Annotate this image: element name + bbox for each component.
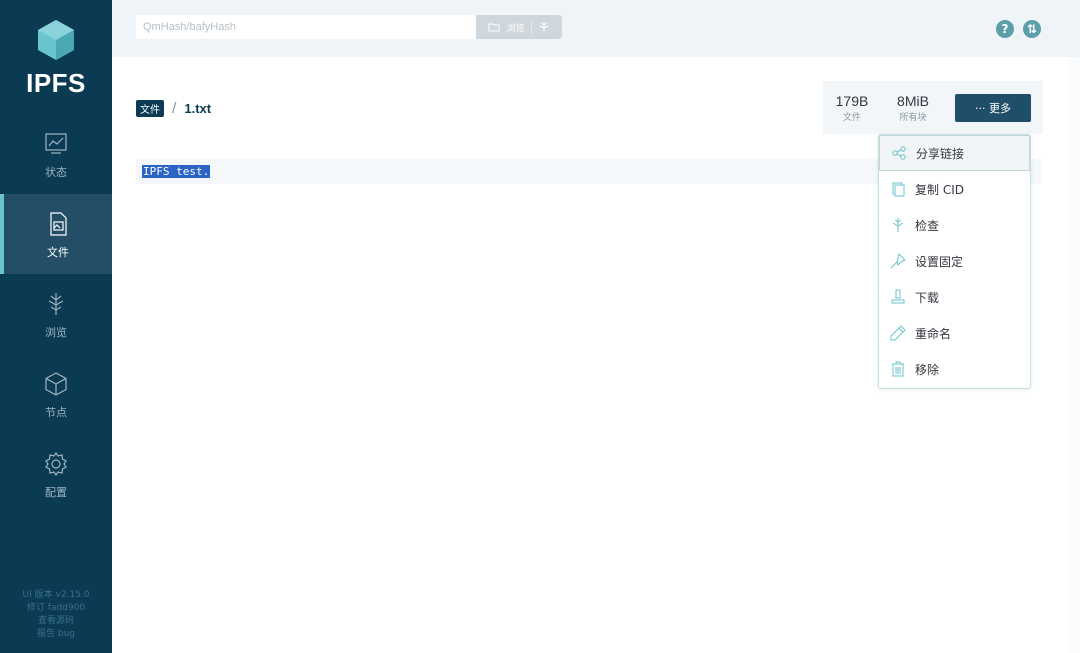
more-dropdown-menu: 分享链接 复制 CID 检查 设置固定 下载 重命名 移除 — [878, 134, 1031, 389]
files-icon — [50, 212, 67, 236]
sync-icon[interactable]: ⇅ — [1023, 20, 1041, 38]
file-size-caption: 文件 — [842, 113, 861, 123]
menu-item-label: 分享链接 — [916, 146, 965, 161]
menu-item-label: 复制 CID — [915, 182, 964, 197]
menu-item-label: 下载 — [915, 290, 940, 305]
share-icon — [890, 144, 908, 162]
all-blocks-stat: 8MiB 所有块 — [889, 93, 937, 123]
inspect-icon — [889, 216, 907, 234]
menu-item-label: 设置固定 — [915, 254, 964, 269]
source-link[interactable]: 查看源码 — [0, 615, 112, 628]
menu-item-inspect[interactable]: 检查 — [879, 207, 1030, 243]
version-info: UI 版本 v2.15.0 修订 fadd900 查看源码 报告 bug — [0, 589, 112, 641]
browse-button[interactable]: 浏览 — [476, 15, 562, 39]
report-bug-link[interactable]: 报告 bug — [0, 628, 112, 641]
ui-version: UI 版本 v2.15.0 — [22, 590, 90, 600]
menu-item-remove[interactable]: 移除 — [879, 351, 1030, 387]
divider — [530, 20, 532, 34]
rename-icon — [889, 324, 907, 342]
explore-small-icon — [539, 22, 548, 32]
scrollbar[interactable] — [1068, 57, 1080, 653]
ipfs-logo[interactable]: IPFS — [0, 18, 112, 99]
breadcrumb-file: 1.txt — [184, 100, 212, 116]
sidebar: IPFS 状态 文件 浏览 节点 配置 UI 版本 v2.15.0 修订 fad… — [0, 0, 112, 653]
download-icon — [889, 288, 907, 306]
stats-box: 179B 文件 8MiB 所有块 ··· 更多 — [823, 81, 1043, 134]
folder-icon — [488, 23, 500, 32]
cube-logo-icon — [38, 20, 74, 60]
file-size-value: 179B — [835, 93, 869, 109]
menu-item-label: 移除 — [915, 362, 940, 377]
all-blocks-caption: 所有块 — [899, 113, 927, 123]
file-size-stat: 179B 文件 — [831, 93, 873, 123]
logo-text: IPFS — [26, 68, 86, 98]
menu-item-download[interactable]: 下载 — [879, 279, 1030, 315]
more-button[interactable]: ··· 更多 — [955, 94, 1031, 122]
search-input[interactable] — [136, 15, 476, 39]
copy-icon — [889, 180, 907, 198]
browse-label: 浏览 — [506, 23, 525, 34]
settings-icon — [45, 451, 67, 477]
revision-link[interactable]: 修订 fadd900 — [0, 602, 112, 615]
sidebar-item-explore[interactable]: 浏览 — [0, 274, 112, 354]
sidebar-item-peers[interactable]: 节点 — [0, 354, 112, 434]
pin-icon — [889, 252, 907, 270]
peers-icon — [45, 372, 67, 396]
explore-icon — [48, 293, 64, 315]
help-icon[interactable]: ? — [996, 20, 1014, 38]
sidebar-item-files[interactable]: 文件 — [0, 194, 112, 274]
breadcrumb-root[interactable]: 文件 — [136, 99, 164, 117]
sidebar-item-settings[interactable]: 配置 — [0, 434, 112, 514]
file-content-text[interactable]: IPFS test. — [142, 165, 211, 178]
menu-item-share-link[interactable]: 分享链接 — [879, 135, 1030, 171]
top-bar: 浏览 ? ⇅ — [112, 0, 1080, 57]
all-blocks-value: 8MiB — [897, 93, 929, 109]
trash-icon — [889, 360, 907, 378]
sidebar-item-label: 节点 — [45, 406, 67, 419]
sidebar-item-label: 配置 — [45, 486, 67, 499]
breadcrumb-separator: / — [172, 100, 177, 116]
menu-item-label: 重命名 — [915, 326, 952, 341]
sidebar-item-label: 文件 — [47, 246, 69, 259]
sidebar-item-status[interactable]: 状态 — [0, 114, 112, 194]
sidebar-item-label: 状态 — [45, 166, 67, 179]
menu-item-copy-cid[interactable]: 复制 CID — [879, 171, 1030, 207]
breadcrumb: 文件 / 1.txt — [136, 99, 212, 117]
menu-item-rename[interactable]: 重命名 — [879, 315, 1030, 351]
status-icon — [45, 133, 67, 154]
sidebar-item-label: 浏览 — [45, 326, 67, 339]
menu-item-set-pin[interactable]: 设置固定 — [879, 243, 1030, 279]
menu-item-label: 检查 — [915, 218, 940, 233]
